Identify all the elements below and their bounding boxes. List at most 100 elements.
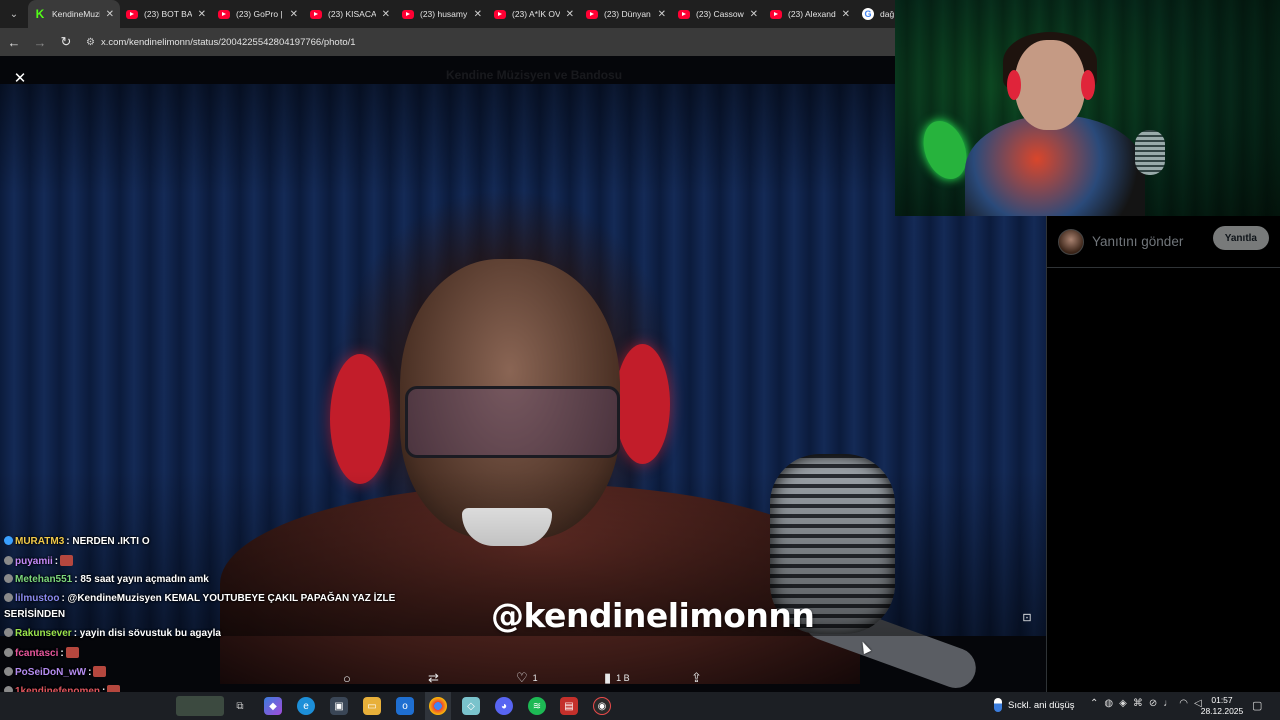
google-icon: G — [862, 8, 874, 20]
browser-tab[interactable]: (23) husamy ✕ — [396, 0, 488, 28]
address-input[interactable]: ⚙ x.com/kendinelimonn/status/20042255428… — [86, 31, 886, 53]
taskbar-clock[interactable]: 01:57 28.12.2025 — [1200, 695, 1244, 717]
chat-text: : NERDEN .IKTI O — [66, 536, 150, 547]
webcam-headphone-right — [1081, 70, 1095, 100]
close-icon[interactable]: ✕ — [8, 66, 32, 90]
chat-message: SERİSİNDEN — [4, 609, 65, 620]
tab-close-icon[interactable]: ✕ — [382, 9, 390, 20]
repost-button[interactable]: ⇄ — [428, 668, 444, 688]
views-count: 1 B — [616, 673, 630, 683]
site-info-icon[interactable]: ⚙ — [86, 37, 95, 48]
reply-composer[interactable]: Yanıtını gönder Yanıtla — [1047, 216, 1280, 268]
chat-badge-icon — [4, 628, 13, 637]
notes-app-icon[interactable]: ◇ — [462, 697, 480, 715]
edge-icon[interactable]: e — [297, 697, 315, 715]
chat-username[interactable]: Metehan551 — [15, 574, 72, 585]
chat-username[interactable]: MURATM3 — [15, 536, 64, 547]
chat-text: : 85 saat yayın açmadın amk — [74, 574, 209, 585]
browser-tab[interactable]: (23) Cassow ✕ — [672, 0, 764, 28]
browser-tab[interactable]: K KendineMuzi ✕ — [28, 0, 120, 28]
chat-username[interactable]: fcantasci — [15, 648, 58, 659]
tab-close-icon[interactable]: ✕ — [474, 9, 482, 20]
tab-title: (23) KISACA — [328, 9, 376, 19]
streaming-app-icon[interactable]: ▤ — [560, 697, 578, 715]
file-explorer-icon[interactable]: ▭ — [363, 697, 381, 715]
outlook-icon[interactable]: o — [396, 697, 414, 715]
obs-icon[interactable]: ◉ — [593, 697, 611, 715]
microphone-icon[interactable]: ♩ — [1163, 698, 1173, 709]
reply-input[interactable]: Yanıtını gönder — [1092, 234, 1183, 249]
wifi-icon[interactable]: ◠ — [1179, 698, 1188, 709]
network-off-icon[interactable]: ⊘ — [1149, 698, 1157, 709]
youtube-icon — [402, 9, 414, 19]
tab-search-chevron-icon[interactable]: ⌄ — [0, 0, 28, 28]
chat-username[interactable]: PoSeiDoN_wW — [15, 667, 86, 678]
browser-tab[interactable]: (23) BOT BA ✕ — [120, 0, 212, 28]
chat-emote-icon — [93, 666, 107, 677]
chat-badge-icon — [4, 556, 13, 565]
share-button[interactable]: ⇪ — [691, 668, 702, 688]
browser-tab[interactable]: (23) Dünyan ✕ — [580, 0, 672, 28]
photo-watermark: @kendinelimonnn — [491, 596, 815, 635]
tab-close-icon[interactable]: ✕ — [198, 9, 206, 20]
kick-icon: K — [35, 7, 45, 21]
spotify-icon[interactable]: ≋ — [528, 697, 546, 715]
webcam-headphone-left — [1007, 70, 1021, 100]
reload-button[interactable]: ↻ — [54, 30, 78, 54]
tab-close-icon[interactable]: ✕ — [106, 9, 114, 20]
tab-title: (23) A*İK OV — [512, 9, 560, 19]
tray-app-icon[interactable]: ◈ — [1119, 698, 1127, 709]
browser-tab-strip: ⌄ K KendineMuzi ✕ (23) BOT BA ✕ (23) GoPro | ✕… — [0, 0, 895, 28]
chat-username[interactable]: puyamii — [15, 556, 53, 567]
steam-icon[interactable]: ◍ — [1104, 698, 1113, 709]
chat-message: Metehan551: 85 saat yayın açmadın amk — [4, 574, 209, 585]
avatar — [1058, 228, 1084, 255]
youtube-icon — [770, 9, 782, 19]
tab-title: (23) Cassow — [696, 9, 744, 19]
browser-tab[interactable]: (23) KISACA ✕ — [304, 0, 396, 28]
chat-username[interactable]: lilmustoo — [15, 593, 59, 604]
chat-message: MURATM3: NERDEN .IKTI O — [4, 536, 150, 547]
like-button[interactable]: ♡ 1 — [516, 668, 538, 688]
tab-close-icon[interactable]: ✕ — [842, 9, 850, 20]
views-button[interactable]: ▮ 1 B — [604, 668, 630, 688]
chat-text: : @KendineMuzisyen KEMAL YOUTUBEYE ÇAKIL… — [61, 593, 396, 604]
chat-emote-icon — [60, 555, 74, 566]
chat-message: puyamii: — [4, 555, 74, 567]
task-view-icon[interactable]: ⧉ — [231, 697, 249, 715]
chat-text: SERİSİNDEN — [4, 609, 66, 620]
back-button[interactable]: ← — [2, 30, 26, 54]
chat-badge-icon — [4, 574, 13, 583]
copilot-icon[interactable]: ◆ — [264, 697, 282, 715]
tab-close-icon[interactable]: ✕ — [290, 9, 298, 20]
weather-widget[interactable]: Sıckl. ani düşüş — [994, 698, 1075, 712]
chrome-icon[interactable] — [429, 697, 447, 715]
usb-icon[interactable]: ⌘ — [1133, 698, 1143, 709]
clock-date: 28.12.2025 — [1200, 706, 1244, 716]
discord-icon[interactable]: ◕ — [495, 697, 513, 715]
taskbar-search-image[interactable] — [176, 696, 224, 716]
tab-title: KendineMuzi — [52, 9, 100, 19]
browser-tab[interactable]: (23) GoPro | ✕ — [212, 0, 304, 28]
chat-badge-icon — [4, 648, 13, 657]
browser-tab[interactable]: (23) Alexand ✕ — [764, 0, 856, 28]
share-icon: ⇪ — [691, 670, 702, 685]
tab-title: dağ — [880, 9, 895, 19]
reply-submit-button[interactable]: Yanıtla — [1212, 226, 1269, 250]
image-alt-icon[interactable]: ⊡ — [1018, 608, 1036, 626]
tab-close-icon[interactable]: ✕ — [566, 9, 574, 20]
weather-text: Sıckl. ani düşüş — [1008, 699, 1075, 711]
chat-emote-icon — [65, 647, 79, 658]
notification-icon[interactable]: ▢ — [1252, 699, 1262, 712]
store-icon[interactable]: ▣ — [330, 697, 348, 715]
tab-close-icon[interactable]: ✕ — [658, 9, 666, 20]
tray-chevron-icon[interactable]: ⌃ — [1090, 698, 1098, 709]
browser-tab[interactable]: Gdağ — [856, 0, 895, 28]
forward-button[interactable]: → — [28, 30, 52, 54]
chat-username[interactable]: Rakunsever — [15, 628, 72, 639]
chat-message: lilmustoo: @KendineMuzisyen KEMAL YOUTUB… — [4, 593, 395, 604]
browser-tab[interactable]: (23) A*İK OV ✕ — [488, 0, 580, 28]
chat-badge-icon — [4, 536, 13, 545]
tab-close-icon[interactable]: ✕ — [750, 9, 758, 20]
address-bar-row: ← → ↻ ⚙ x.com/kendinelimonn/status/20042… — [0, 28, 895, 56]
